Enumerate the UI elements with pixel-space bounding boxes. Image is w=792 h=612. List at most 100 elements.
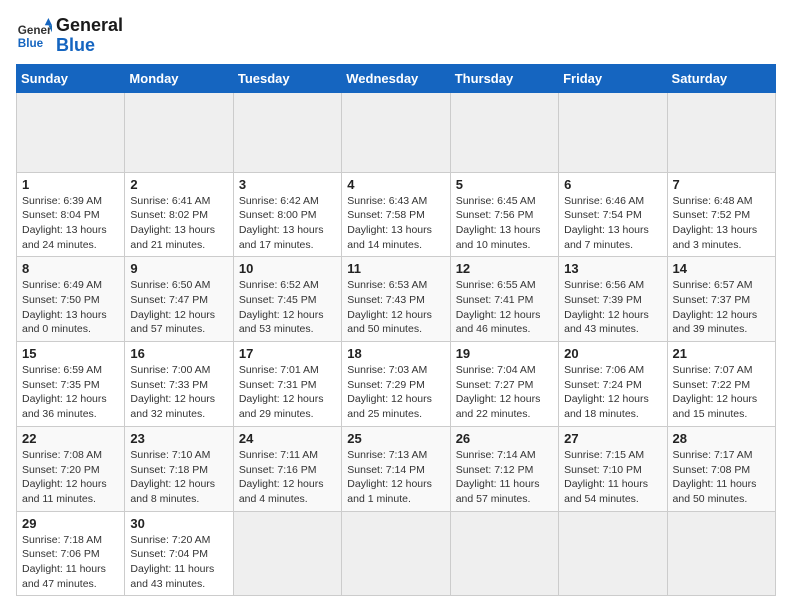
logo: General Blue General Blue bbox=[16, 16, 123, 56]
day-info: Sunrise: 7:03 AMSunset: 7:29 PMDaylight:… bbox=[347, 363, 444, 422]
day-number: 8 bbox=[22, 261, 119, 276]
day-of-week-header: Friday bbox=[559, 64, 667, 92]
day-number: 28 bbox=[673, 431, 770, 446]
calendar-cell bbox=[667, 92, 775, 172]
calendar-cell: 28Sunrise: 7:17 AMSunset: 7:08 PMDayligh… bbox=[667, 426, 775, 511]
calendar-cell bbox=[342, 511, 450, 596]
calendar-cell: 1 Sunrise: 6:39 AMSunset: 8:04 PMDaylight… bbox=[17, 172, 125, 257]
day-info: Sunrise: 7:11 AMSunset: 7:16 PMDaylight:… bbox=[239, 448, 336, 507]
calendar-row bbox=[17, 92, 776, 172]
calendar-cell: 20 Sunrise: 7:06 AMSunset: 7:24 PMDayligh… bbox=[559, 342, 667, 427]
calendar-cell: 14Sunrise: 6:57 AMSunset: 7:37 PMDayligh… bbox=[667, 257, 775, 342]
day-number: 9 bbox=[130, 261, 227, 276]
day-number: 11 bbox=[347, 261, 444, 276]
svg-text:Blue: Blue bbox=[18, 37, 44, 50]
calendar-cell bbox=[450, 511, 558, 596]
day-number: 10 bbox=[239, 261, 336, 276]
day-info: Sunrise: 7:07 AMSunset: 7:22 PMDaylight:… bbox=[673, 363, 770, 422]
calendar-cell: 4 Sunrise: 6:43 AMSunset: 7:58 PMDaylight… bbox=[342, 172, 450, 257]
calendar-cell: 2Sunrise: 6:41 AMSunset: 8:02 PMDaylight… bbox=[125, 172, 233, 257]
day-info: Sunrise: 6:55 AMSunset: 7:41 PMDaylight:… bbox=[456, 278, 553, 337]
calendar-row: 1 Sunrise: 6:39 AMSunset: 8:04 PMDaylight… bbox=[17, 172, 776, 257]
day-number: 2 bbox=[130, 177, 227, 192]
day-number: 27 bbox=[564, 431, 661, 446]
day-info: Sunrise: 7:14 AMSunset: 7:12 PMDaylight:… bbox=[456, 448, 553, 507]
day-number: 20 bbox=[564, 346, 661, 361]
calendar-cell: 22 Sunrise: 7:08 AMSunset: 7:20 PMDayligh… bbox=[17, 426, 125, 511]
calendar-cell bbox=[233, 92, 341, 172]
day-of-week-header: Saturday bbox=[667, 64, 775, 92]
day-info: Sunrise: 6:53 AMSunset: 7:43 PMDaylight:… bbox=[347, 278, 444, 337]
day-info: Sunrise: 6:49 AMSunset: 7:50 PMDaylight:… bbox=[22, 278, 119, 337]
day-number: 4 bbox=[347, 177, 444, 192]
calendar-cell bbox=[667, 511, 775, 596]
day-number: 16 bbox=[130, 346, 227, 361]
calendar-cell: 6 Sunrise: 6:46 AMSunset: 7:54 PMDaylight… bbox=[559, 172, 667, 257]
calendar-cell: 23Sunrise: 7:10 AMSunset: 7:18 PMDayligh… bbox=[125, 426, 233, 511]
day-info: Sunrise: 6:46 AMSunset: 7:54 PMDaylight:… bbox=[564, 194, 661, 253]
day-number: 24 bbox=[239, 431, 336, 446]
day-number: 13 bbox=[564, 261, 661, 276]
day-number: 23 bbox=[130, 431, 227, 446]
calendar-cell: 3 Sunrise: 6:42 AMSunset: 8:00 PMDaylight… bbox=[233, 172, 341, 257]
day-of-week-header: Tuesday bbox=[233, 64, 341, 92]
day-info: Sunrise: 6:43 AMSunset: 7:58 PMDaylight:… bbox=[347, 194, 444, 253]
day-info: Sunrise: 7:06 AMSunset: 7:24 PMDaylight:… bbox=[564, 363, 661, 422]
day-info: Sunrise: 6:39 AMSunset: 8:04 PMDaylight:… bbox=[22, 194, 119, 253]
day-info: Sunrise: 6:59 AMSunset: 7:35 PMDaylight:… bbox=[22, 363, 119, 422]
calendar-header-row: SundayMondayTuesdayWednesdayThursdayFrid… bbox=[17, 64, 776, 92]
calendar-cell bbox=[450, 92, 558, 172]
logo-icon: General Blue bbox=[16, 18, 52, 54]
day-info: Sunrise: 7:04 AMSunset: 7:27 PMDaylight:… bbox=[456, 363, 553, 422]
calendar-cell: 16 Sunrise: 7:00 AMSunset: 7:33 PMDayligh… bbox=[125, 342, 233, 427]
calendar-row: 15 Sunrise: 6:59 AMSunset: 7:35 PMDayligh… bbox=[17, 342, 776, 427]
calendar-cell: 15 Sunrise: 6:59 AMSunset: 7:35 PMDayligh… bbox=[17, 342, 125, 427]
day-number: 29 bbox=[22, 516, 119, 531]
calendar-cell: 19Sunrise: 7:04 AMSunset: 7:27 PMDayligh… bbox=[450, 342, 558, 427]
day-number: 15 bbox=[22, 346, 119, 361]
calendar-cell: 27Sunrise: 7:15 AMSunset: 7:10 PMDayligh… bbox=[559, 426, 667, 511]
calendar-cell bbox=[233, 511, 341, 596]
calendar-cell: 17 Sunrise: 7:01 AMSunset: 7:31 PMDayligh… bbox=[233, 342, 341, 427]
calendar-row: 22 Sunrise: 7:08 AMSunset: 7:20 PMDayligh… bbox=[17, 426, 776, 511]
calendar-cell: 21Sunrise: 7:07 AMSunset: 7:22 PMDayligh… bbox=[667, 342, 775, 427]
day-number: 6 bbox=[564, 177, 661, 192]
day-number: 30 bbox=[130, 516, 227, 531]
day-info: Sunrise: 7:01 AMSunset: 7:31 PMDaylight:… bbox=[239, 363, 336, 422]
calendar-cell: 29 Sunrise: 7:18 AMSunset: 7:06 PMDayligh… bbox=[17, 511, 125, 596]
day-info: Sunrise: 7:18 AMSunset: 7:06 PMDaylight:… bbox=[22, 533, 119, 592]
calendar-cell: 9 Sunrise: 6:50 AMSunset: 7:47 PMDaylight… bbox=[125, 257, 233, 342]
day-info: Sunrise: 6:45 AMSunset: 7:56 PMDaylight:… bbox=[456, 194, 553, 253]
day-number: 26 bbox=[456, 431, 553, 446]
day-number: 7 bbox=[673, 177, 770, 192]
logo-general-text: General bbox=[56, 16, 123, 36]
day-number: 1 bbox=[22, 177, 119, 192]
calendar-cell: 13 Sunrise: 6:56 AMSunset: 7:39 PMDayligh… bbox=[559, 257, 667, 342]
day-info: Sunrise: 6:56 AMSunset: 7:39 PMDaylight:… bbox=[564, 278, 661, 337]
day-number: 3 bbox=[239, 177, 336, 192]
calendar-cell: 10Sunrise: 6:52 AMSunset: 7:45 PMDayligh… bbox=[233, 257, 341, 342]
day-of-week-header: Wednesday bbox=[342, 64, 450, 92]
calendar-table: SundayMondayTuesdayWednesdayThursdayFrid… bbox=[16, 64, 776, 597]
day-number: 17 bbox=[239, 346, 336, 361]
day-info: Sunrise: 7:08 AMSunset: 7:20 PMDaylight:… bbox=[22, 448, 119, 507]
day-info: Sunrise: 6:42 AMSunset: 8:00 PMDaylight:… bbox=[239, 194, 336, 253]
header: General Blue General Blue bbox=[16, 16, 776, 56]
day-info: Sunrise: 6:50 AMSunset: 7:47 PMDaylight:… bbox=[130, 278, 227, 337]
day-number: 22 bbox=[22, 431, 119, 446]
day-info: Sunrise: 6:57 AMSunset: 7:37 PMDaylight:… bbox=[673, 278, 770, 337]
calendar-cell: 30 Sunrise: 7:20 AMSunset: 7:04 PMDayligh… bbox=[125, 511, 233, 596]
calendar-cell: 8 Sunrise: 6:49 AMSunset: 7:50 PMDaylight… bbox=[17, 257, 125, 342]
day-number: 5 bbox=[456, 177, 553, 192]
calendar-cell: 18Sunrise: 7:03 AMSunset: 7:29 PMDayligh… bbox=[342, 342, 450, 427]
day-info: Sunrise: 7:20 AMSunset: 7:04 PMDaylight:… bbox=[130, 533, 227, 592]
calendar-cell: 25Sunrise: 7:13 AMSunset: 7:14 PMDayligh… bbox=[342, 426, 450, 511]
day-info: Sunrise: 7:00 AMSunset: 7:33 PMDaylight:… bbox=[130, 363, 227, 422]
svg-text:General: General bbox=[18, 24, 52, 37]
day-number: 12 bbox=[456, 261, 553, 276]
calendar-cell: 7Sunrise: 6:48 AMSunset: 7:52 PMDaylight… bbox=[667, 172, 775, 257]
calendar-cell bbox=[342, 92, 450, 172]
calendar-cell: 5 Sunrise: 6:45 AMSunset: 7:56 PMDaylight… bbox=[450, 172, 558, 257]
calendar-cell bbox=[559, 92, 667, 172]
logo-blue-text: Blue bbox=[56, 36, 123, 56]
